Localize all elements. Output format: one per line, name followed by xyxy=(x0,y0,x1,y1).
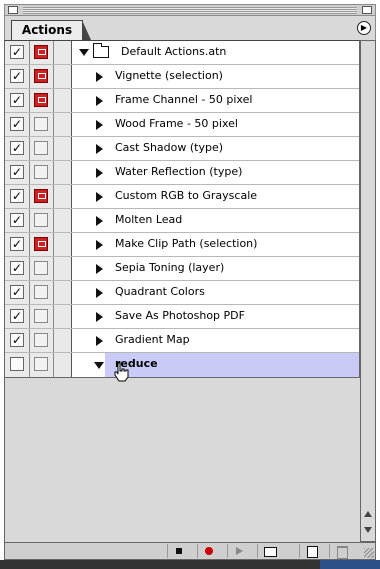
action-toggle-checkbox[interactable]: ✓ xyxy=(10,165,24,179)
play-button[interactable] xyxy=(227,544,251,558)
action-set-row[interactable]: ✓ Default Actions.atn xyxy=(5,41,359,65)
action-row[interactable]: ✓ Frame Channel - 50 pixel xyxy=(5,89,359,113)
action-label: Frame Channel - 50 pixel xyxy=(115,93,253,106)
action-dialog-toggle[interactable] xyxy=(34,141,48,155)
action-dialog-toggle[interactable] xyxy=(34,357,48,371)
expand-triangle-icon[interactable] xyxy=(79,49,89,56)
action-toggle-checkbox[interactable]: ✓ xyxy=(10,261,24,275)
set-toggle-checkbox[interactable]: ✓ xyxy=(10,45,24,59)
expand-triangle-icon[interactable] xyxy=(96,96,103,106)
close-box-icon[interactable] xyxy=(8,6,18,14)
action-label: Vignette (selection) xyxy=(115,69,223,82)
action-label: Make Clip Path (selection) xyxy=(115,237,258,250)
action-label: Cast Shadow (type) xyxy=(115,141,224,154)
vertical-scrollbar[interactable] xyxy=(360,40,376,542)
action-row[interactable]: ✓ Make Clip Path (selection) xyxy=(5,233,359,257)
record-button[interactable] xyxy=(197,544,221,558)
action-row[interactable]: ✓ Molten Lead xyxy=(5,209,359,233)
expand-triangle-icon[interactable] xyxy=(96,216,103,226)
title-bar-grip xyxy=(23,7,357,14)
action-dialog-toggle[interactable] xyxy=(34,189,48,203)
scroll-up-arrow-icon[interactable] xyxy=(364,511,372,517)
action-label: Save As Photoshop PDF xyxy=(115,309,245,322)
action-row[interactable]: ✓ Custom RGB to Grayscale xyxy=(5,185,359,209)
action-toggle-checkbox[interactable]: ✓ xyxy=(10,309,24,323)
action-label: Gradient Map xyxy=(115,333,190,346)
panel-menu-icon[interactable]: ▶ xyxy=(357,21,371,35)
action-toggle-checkbox[interactable]: ✓ xyxy=(10,141,24,155)
expand-triangle-icon[interactable] xyxy=(96,240,103,250)
expand-triangle-icon[interactable] xyxy=(96,336,103,346)
expand-triangle-icon[interactable] xyxy=(96,120,103,130)
action-dialog-toggle[interactable] xyxy=(34,309,48,323)
delete-button[interactable] xyxy=(329,544,353,559)
action-dialog-toggle[interactable] xyxy=(34,333,48,347)
action-toggle-checkbox[interactable]: ✓ xyxy=(10,333,24,347)
panel-title-bar[interactable] xyxy=(4,4,376,16)
action-row[interactable]: ✓ Sepia Toning (layer) xyxy=(5,257,359,281)
collapse-box-icon[interactable] xyxy=(362,6,372,14)
action-row[interactable]: ✓ Water Reflection (type) xyxy=(5,161,359,185)
stop-button[interactable] xyxy=(167,544,191,558)
action-toggle-checkbox[interactable]: ✓ xyxy=(10,237,24,251)
action-label: Wood Frame - 50 pixel xyxy=(115,117,238,130)
action-toggle-checkbox[interactable]: ✓ xyxy=(10,189,24,203)
expand-triangle-icon[interactable] xyxy=(96,168,103,178)
background-strip xyxy=(0,560,380,569)
action-label: Water Reflection (type) xyxy=(115,165,243,178)
action-dialog-toggle[interactable] xyxy=(34,237,48,251)
action-dialog-toggle[interactable] xyxy=(34,165,48,179)
new-action-button[interactable] xyxy=(299,544,323,558)
tab-actions[interactable]: Actions xyxy=(11,20,91,40)
new-set-button[interactable] xyxy=(257,544,281,558)
actions-panel-window: Actions ▶ ✓ Default Actions.atn ✓ Vignett… xyxy=(0,0,380,569)
expand-triangle-icon[interactable] xyxy=(96,264,103,274)
expand-triangle-icon[interactable] xyxy=(94,362,104,369)
folder-icon xyxy=(93,43,109,58)
list-empty-area xyxy=(4,378,360,542)
action-dialog-toggle[interactable] xyxy=(34,213,48,227)
actions-list: ✓ Default Actions.atn ✓ Vignette (selecti… xyxy=(4,40,360,378)
action-row[interactable]: ✓ Save As Photoshop PDF xyxy=(5,305,359,329)
action-row[interactable]: ✓ Gradient Map xyxy=(5,329,359,353)
action-dialog-toggle[interactable] xyxy=(34,117,48,131)
expand-triangle-icon[interactable] xyxy=(96,72,103,82)
action-toggle-checkbox[interactable]: ✓ xyxy=(10,117,24,131)
action-label: Molten Lead xyxy=(115,213,183,226)
action-toggle-checkbox[interactable]: ✓ xyxy=(10,213,24,227)
expand-triangle-icon[interactable] xyxy=(96,192,103,202)
action-toggle-checkbox[interactable]: ✓ xyxy=(10,69,24,83)
panel-tab-bar: Actions ▶ xyxy=(4,16,376,40)
action-toggle-checkbox[interactable] xyxy=(10,357,24,371)
action-toggle-checkbox[interactable]: ✓ xyxy=(10,285,24,299)
action-row[interactable]: ✓ Wood Frame - 50 pixel xyxy=(5,113,359,137)
action-dialog-toggle[interactable] xyxy=(34,261,48,275)
action-dialog-toggle[interactable] xyxy=(34,93,48,107)
expand-triangle-icon[interactable] xyxy=(96,312,103,322)
action-row[interactable]: ✓ Vignette (selection) xyxy=(5,65,359,89)
action-toggle-checkbox[interactable]: ✓ xyxy=(10,93,24,107)
hand-pointer-cursor-icon xyxy=(114,362,129,382)
scroll-down-arrow-icon[interactable] xyxy=(364,527,372,533)
action-row-selected[interactable]: reduce xyxy=(5,353,359,377)
action-label: Quadrant Colors xyxy=(115,285,205,298)
action-label: Sepia Toning (layer) xyxy=(115,261,225,274)
action-set-name: Default Actions.atn xyxy=(121,45,227,58)
action-dialog-toggle[interactable] xyxy=(34,285,48,299)
actions-toolbar xyxy=(4,542,376,560)
expand-triangle-icon[interactable] xyxy=(96,288,103,298)
resize-grip-icon[interactable] xyxy=(364,548,374,558)
action-dialog-toggle[interactable] xyxy=(34,69,48,83)
action-label: Custom RGB to Grayscale xyxy=(115,189,258,202)
set-dialog-toggle[interactable] xyxy=(34,45,48,59)
action-row[interactable]: ✓ Quadrant Colors xyxy=(5,281,359,305)
action-row[interactable]: ✓ Cast Shadow (type) xyxy=(5,137,359,161)
expand-triangle-icon[interactable] xyxy=(96,144,103,154)
